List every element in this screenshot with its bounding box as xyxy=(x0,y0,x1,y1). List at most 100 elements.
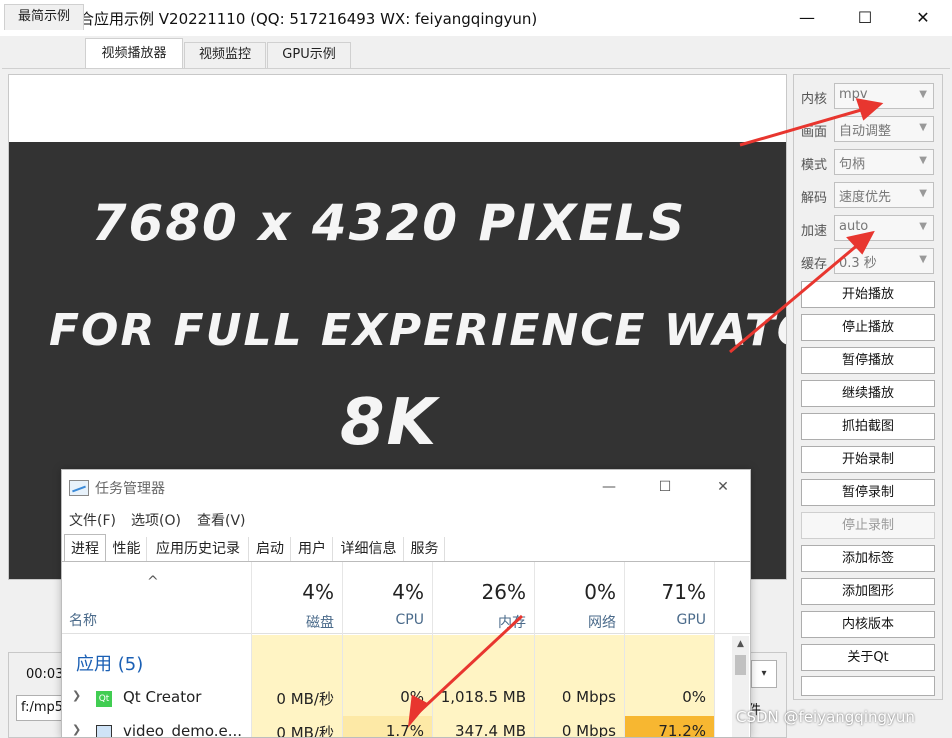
process-name: Qt Creator xyxy=(123,688,202,706)
menu-file[interactable]: 文件(F) xyxy=(69,510,116,530)
scroll-up-icon[interactable]: ▲ xyxy=(732,636,749,652)
snapshot-button[interactable]: 抓拍截图 xyxy=(801,413,935,440)
task-manager-title: 任务管理器 xyxy=(95,481,165,497)
add-label-button[interactable]: 添加标签 xyxy=(801,545,935,572)
maximize-button[interactable]: ☐ xyxy=(836,0,894,36)
kernel-label: 内核 xyxy=(801,92,828,107)
stop-record-button[interactable]: 停止录制 xyxy=(801,512,935,539)
stop-play-button[interactable]: 停止播放 xyxy=(801,314,935,341)
hwaccel-select[interactable]: auto ▼ xyxy=(834,215,934,241)
video-demo-icon xyxy=(96,725,112,737)
chevron-down-icon: ▼ xyxy=(919,188,927,199)
process-cpu: 0% xyxy=(400,688,424,706)
kernel-select[interactable]: mpv ▼ xyxy=(834,83,934,109)
process-row-video-demo[interactable]: ❯ video_demo.e... 0 MB/秒 1.7% 347.4 MB 0… xyxy=(62,718,750,738)
decode-value: 速度优先 xyxy=(839,190,892,205)
kernel-value: mpv xyxy=(839,87,868,102)
process-memory: 347.4 MB xyxy=(455,722,526,738)
tm-close-button[interactable]: ✕ xyxy=(698,474,748,500)
cache-label: 缓存 xyxy=(801,257,828,272)
hwaccel-label: 加速 xyxy=(801,224,828,239)
qt-creator-icon: Qt xyxy=(96,691,112,707)
column-network[interactable]: 网络 xyxy=(535,612,616,632)
cache-value: 0.3 秒 xyxy=(839,256,877,271)
column-memory[interactable]: 内存 xyxy=(433,612,526,632)
tab-startup[interactable]: 启动 xyxy=(250,537,291,563)
kernel-version-button[interactable]: 内核版本 xyxy=(801,611,935,638)
chevron-down-icon: ▼ xyxy=(919,254,927,265)
mode-select[interactable]: 句柄 ▼ xyxy=(834,149,934,175)
mode-label: 模式 xyxy=(801,158,828,173)
info-field[interactable] xyxy=(801,676,935,696)
tab-details[interactable]: 详细信息 xyxy=(334,537,404,563)
watermark: CSDN @feiyangqingyun xyxy=(736,708,915,726)
process-gpu: 71.2% xyxy=(658,722,706,738)
hwaccel-value: auto xyxy=(839,219,869,234)
tm-maximize-button[interactable]: ☐ xyxy=(640,474,690,500)
sort-up-icon[interactable]: ^ xyxy=(147,574,159,590)
video-caption-resolution: 7680 x 4320 PIXELS xyxy=(91,194,687,252)
minimize-button[interactable]: — xyxy=(778,0,836,36)
column-gpu[interactable]: GPU xyxy=(625,612,706,628)
process-disk: 0 MB/秒 xyxy=(276,690,334,708)
tab-services[interactable]: 服务 xyxy=(405,537,445,563)
start-play-button[interactable]: 开始播放 xyxy=(801,281,935,308)
resume-play-button[interactable]: 继续播放 xyxy=(801,380,935,407)
video-caption-watch: FOR FULL EXPERIENCE WATCH IN xyxy=(49,305,786,356)
about-qt-button[interactable]: 关于Qt xyxy=(801,644,935,671)
expand-chevron-icon[interactable]: ❯ xyxy=(72,689,81,702)
chevron-down-icon: ▼ xyxy=(919,89,927,100)
task-manager-icon xyxy=(69,480,89,496)
process-gpu: 0% xyxy=(682,688,706,706)
menu-options[interactable]: 选项(O) xyxy=(131,510,181,530)
expand-chevron-icon[interactable]: ❯ xyxy=(72,723,81,736)
apps-section-header[interactable]: 应用 (5) xyxy=(76,650,143,676)
tab-users[interactable]: 用户 xyxy=(292,537,333,563)
process-row-qtcreator[interactable]: ❯ Qt Qt Creator 0 MB/秒 0% 1,018.5 MB 0 M… xyxy=(62,684,750,714)
memory-total: 26% xyxy=(481,580,526,604)
process-cpu: 1.7% xyxy=(385,722,424,738)
play-time: 00:03 xyxy=(26,667,64,682)
gpu-total: 71% xyxy=(661,580,706,604)
process-network: 0 Mbps xyxy=(561,722,616,738)
cpu-total: 4% xyxy=(392,580,424,604)
title-bar: 视频综合应用示例 V20221110 (QQ: 517216493 WX: fe… xyxy=(0,0,952,36)
tab-player[interactable]: 视频播放器 xyxy=(85,38,183,69)
chevron-down-icon: ▼ xyxy=(919,155,927,166)
network-total: 0% xyxy=(584,580,616,604)
tab-performance[interactable]: 性能 xyxy=(107,537,147,563)
disk-total: 4% xyxy=(302,580,334,604)
pause-play-button[interactable]: 暂停播放 xyxy=(801,347,935,374)
close-button[interactable]: ✕ xyxy=(894,0,952,36)
task-manager-window: 任务管理器 — ☐ ✕ 文件(F) 选项(O) 查看(V) 进程 性能 应用历史… xyxy=(61,469,751,738)
column-name[interactable]: 名称 xyxy=(69,610,97,630)
start-record-button[interactable]: 开始录制 xyxy=(801,446,935,473)
tab-processes[interactable]: 进程 xyxy=(64,534,106,563)
chevron-down-icon: ▼ xyxy=(919,221,927,232)
scroll-thumb[interactable] xyxy=(735,655,746,675)
tab-simple[interactable]: 最简示例 xyxy=(4,4,84,30)
process-disk: 0 MB/秒 xyxy=(276,724,334,738)
column-cpu[interactable]: CPU xyxy=(343,612,424,628)
column-disk[interactable]: 磁盘 xyxy=(252,612,334,632)
process-network: 0 Mbps xyxy=(561,688,616,706)
decode-select[interactable]: 速度优先 ▼ xyxy=(834,182,934,208)
tab-gpu[interactable]: GPU示例 xyxy=(267,42,351,68)
app-window: 视频综合应用示例 V20221110 (QQ: 517216493 WX: fe… xyxy=(0,0,952,738)
tab-app-history[interactable]: 应用历史记录 xyxy=(148,537,249,563)
cache-select[interactable]: 0.3 秒 ▼ xyxy=(834,248,934,274)
scale-label: 画面 xyxy=(801,125,828,140)
decode-label: 解码 xyxy=(801,191,828,206)
scale-value: 自动调整 xyxy=(839,124,892,139)
tm-minimize-button[interactable]: — xyxy=(584,474,634,500)
pause-record-button[interactable]: 暂停录制 xyxy=(801,479,935,506)
window-title: 视频综合应用示例 V20221110 (QQ: 517216493 WX: fe… xyxy=(34,10,538,28)
scale-select[interactable]: 自动调整 ▼ xyxy=(834,116,934,142)
mode-value: 句柄 xyxy=(839,157,866,172)
process-name: video_demo.e... xyxy=(123,722,243,738)
add-shape-button[interactable]: 添加图形 xyxy=(801,578,935,605)
url-dropdown[interactable]: ▾ xyxy=(751,660,777,688)
chevron-down-icon: ▼ xyxy=(919,122,927,133)
menu-view[interactable]: 查看(V) xyxy=(197,510,246,530)
tab-monitor[interactable]: 视频监控 xyxy=(184,42,266,68)
